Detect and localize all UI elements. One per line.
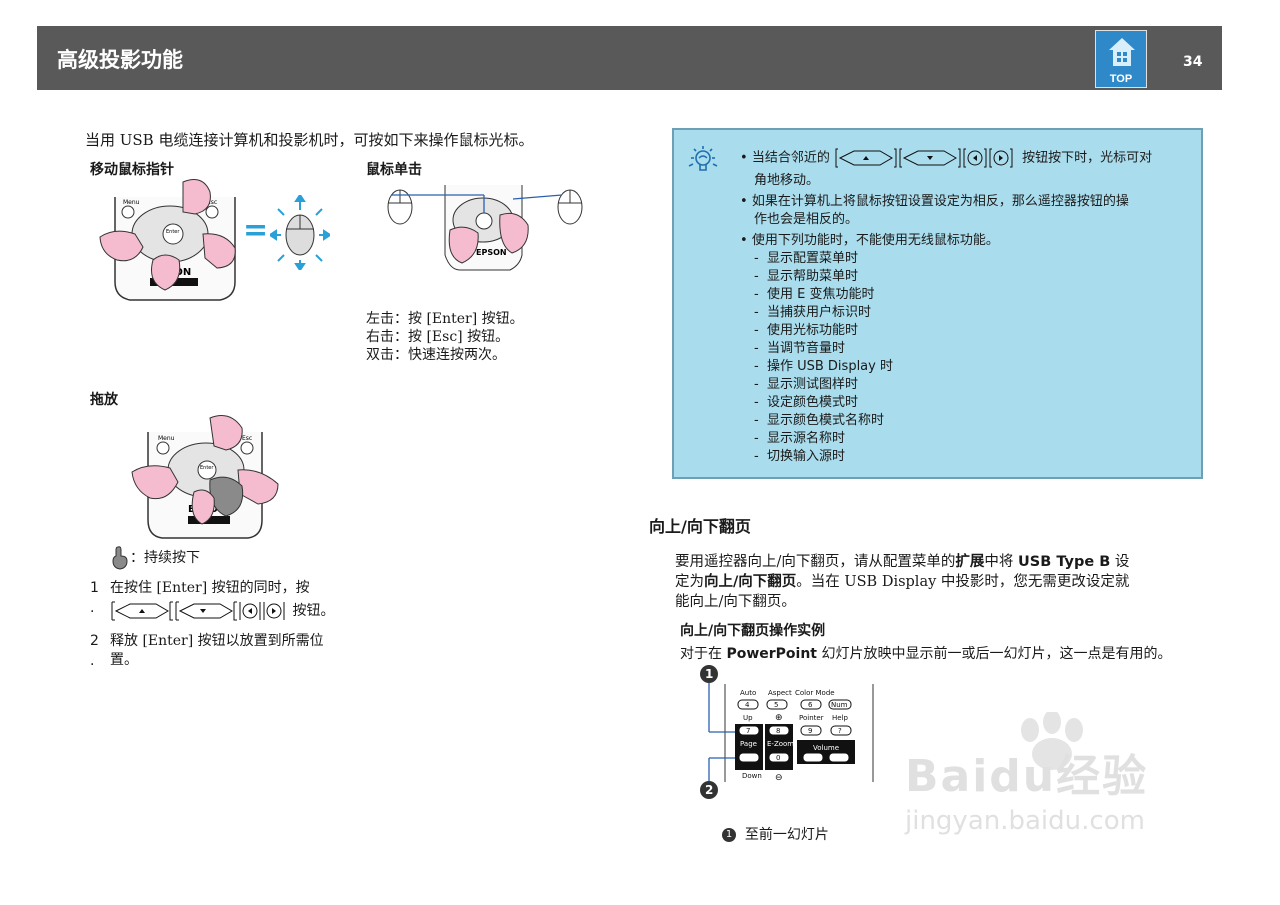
step1-buttons: 按钮。 <box>110 601 334 621</box>
note-item: - 显示测试图样时 <box>754 377 858 392</box>
note-item: - 当捕获用户标识时 <box>754 305 871 320</box>
step1-suffix: 按钮。 <box>292 603 335 619</box>
menu-key-label: Menu <box>123 199 140 206</box>
callout-1: 1 <box>705 667 713 681</box>
diagonal-buttons-icon <box>835 148 1013 168</box>
step2-text-cont: 置。 <box>110 652 138 668</box>
svg-text:5: 5 <box>774 701 778 709</box>
watermark-text: Baidu经验 <box>905 751 1149 802</box>
note-item: - 设定颜色模式时 <box>754 395 858 410</box>
caption-callout: 1 <box>722 828 736 842</box>
step1-number: 1 <box>90 580 99 596</box>
svg-text:4: 4 <box>745 701 750 709</box>
svg-text:Down: Down <box>742 772 762 780</box>
svg-text:⊖: ⊖ <box>775 773 783 783</box>
step2-number: 2 <box>90 633 99 649</box>
equals-sign: = <box>243 213 269 248</box>
caption: 1 至前一幻灯片 <box>722 826 829 844</box>
lightbulb-tip-icon <box>688 146 718 171</box>
svg-text:Aspect: Aspect <box>768 689 792 697</box>
svg-text:E-Zoom: E-Zoom <box>767 740 794 748</box>
note-item: - 使用 E 变焦功能时 <box>754 287 875 302</box>
section-paragraph-line2: 定为向上/向下翻页。当在 USB Display 中投影时，您无需更改设定就 <box>675 574 1130 590</box>
step2-text: 释放 [Enter] 按钮以放置到所需位 <box>110 633 324 649</box>
remote-drag-illustration: Menu Esc Enter EPSON <box>131 415 279 539</box>
page-header: 高级投影功能 TOP 34 <box>37 26 1222 90</box>
click-line-left: 左击：按 [Enter] 按钮。 <box>366 311 524 327</box>
drag-heading: 拖放 <box>90 392 118 408</box>
mouse-arrows-icon <box>270 195 330 270</box>
svg-text:Color Mode: Color Mode <box>795 689 835 697</box>
svg-text:7: 7 <box>746 727 750 735</box>
home-icon <box>1109 38 1135 66</box>
svg-text:Esc: Esc <box>242 435 252 442</box>
click-line-double: 双击：快速连按两次。 <box>366 347 506 363</box>
step1-text: 在按住 [Enter] 按钮的同时，按 <box>110 580 310 596</box>
note-bullet-2: • 如果在计算机上将鼠标按钮设置设定为相反，那么遥控器按钮的操 <box>740 194 1129 209</box>
intro-text: 当用 USB 电缆连接计算机和投影机时，可按如下来操作鼠标光标。 <box>85 131 534 149</box>
svg-text:Pointer: Pointer <box>799 714 824 722</box>
remote-click-illustration: EPSON <box>387 185 583 271</box>
note-bullet-1-cont: 角地移动。 <box>754 173 820 188</box>
note-item: - 使用光标功能时 <box>754 323 858 338</box>
callout-2: 2 <box>705 783 713 797</box>
svg-text:Menu: Menu <box>158 435 175 442</box>
baidu-watermark: Baidu经验 jingyan.baidu.com <box>905 712 1148 836</box>
example-text: 对于在 PowerPoint 幻灯片放映中显示前一或后一幻灯片，这一点是有用的。 <box>680 646 1172 662</box>
note-bullet-3: • 使用下列功能时，不能使用无线鼠标功能。 <box>740 233 999 248</box>
section-title: 向上/向下翻页 <box>649 517 751 536</box>
note-item: - 切换输入源时 <box>754 449 845 464</box>
svg-text:⊕: ⊕ <box>775 713 783 723</box>
note-item: - 显示颜色模式名称时 <box>754 413 884 428</box>
hold-legend: ：持续按下 <box>110 546 200 570</box>
svg-text:Auto: Auto <box>740 689 756 697</box>
section-paragraph-line1: 要用遥控器向上/向下翻页，请从配置菜单的扩展中将 USB Type B 设 <box>675 554 1130 570</box>
svg-text:Num: Num <box>831 701 848 709</box>
enter-key-label: Enter <box>166 229 180 235</box>
svg-text:?: ? <box>838 727 842 735</box>
svg-text:Volume: Volume <box>813 744 839 752</box>
top-button[interactable]: TOP <box>1095 30 1147 88</box>
remote-move-illustration: Menu Esc Enter EPSON <box>99 179 236 301</box>
note-bullet-2-cont: 作也会是相反的。 <box>754 212 859 227</box>
svg-text:6: 6 <box>808 701 813 709</box>
section-paragraph-line3: 能向上/向下翻页。 <box>675 594 796 610</box>
note-item: - 显示配置菜单时 <box>754 251 858 266</box>
svg-text:Page: Page <box>740 740 757 748</box>
note-bullet-1: • 当结合邻近的 按钮按下时，光标可对 <box>740 148 1152 168</box>
hand-press-icon <box>112 546 128 570</box>
svg-text:Enter: Enter <box>200 465 214 471</box>
note-item: - 操作 USB Display 时 <box>754 359 893 374</box>
click-line-right: 右击：按 [Esc] 按钮。 <box>366 329 510 345</box>
svg-text:0: 0 <box>776 754 780 762</box>
top-label: TOP <box>1109 73 1133 85</box>
step2-dot: . <box>90 653 95 669</box>
note-item: - 当调节音量时 <box>754 341 845 356</box>
note-item: - 显示帮助菜单时 <box>754 269 858 284</box>
note-item: - 显示源名称时 <box>754 431 845 446</box>
svg-text:9: 9 <box>808 727 812 735</box>
watermark-url: jingyan.baidu.com <box>905 806 1145 836</box>
svg-text:8: 8 <box>776 727 780 735</box>
hold-legend-text: ：持续按下 <box>130 550 200 566</box>
example-heading: 向上/向下翻页操作实例 <box>680 623 826 639</box>
svg-text:Up: Up <box>743 714 753 722</box>
up-down-left-right-buttons-icon <box>111 601 285 621</box>
svg-text:Help: Help <box>832 714 849 722</box>
page-title: 高级投影功能 <box>57 48 183 72</box>
note-box: • 当结合邻近的 按钮按下时，光标可对 角地移动。 • 如果在计算机上将鼠标按钮… <box>672 128 1203 479</box>
step1-dot: · <box>90 604 95 620</box>
page-number: 34 <box>1183 54 1203 70</box>
brand-label-2: EPSON <box>476 248 507 257</box>
remote-keypad-illustration: 1 2 Auto Aspect Color Mode 4 5 6 Num Up … <box>700 665 874 799</box>
